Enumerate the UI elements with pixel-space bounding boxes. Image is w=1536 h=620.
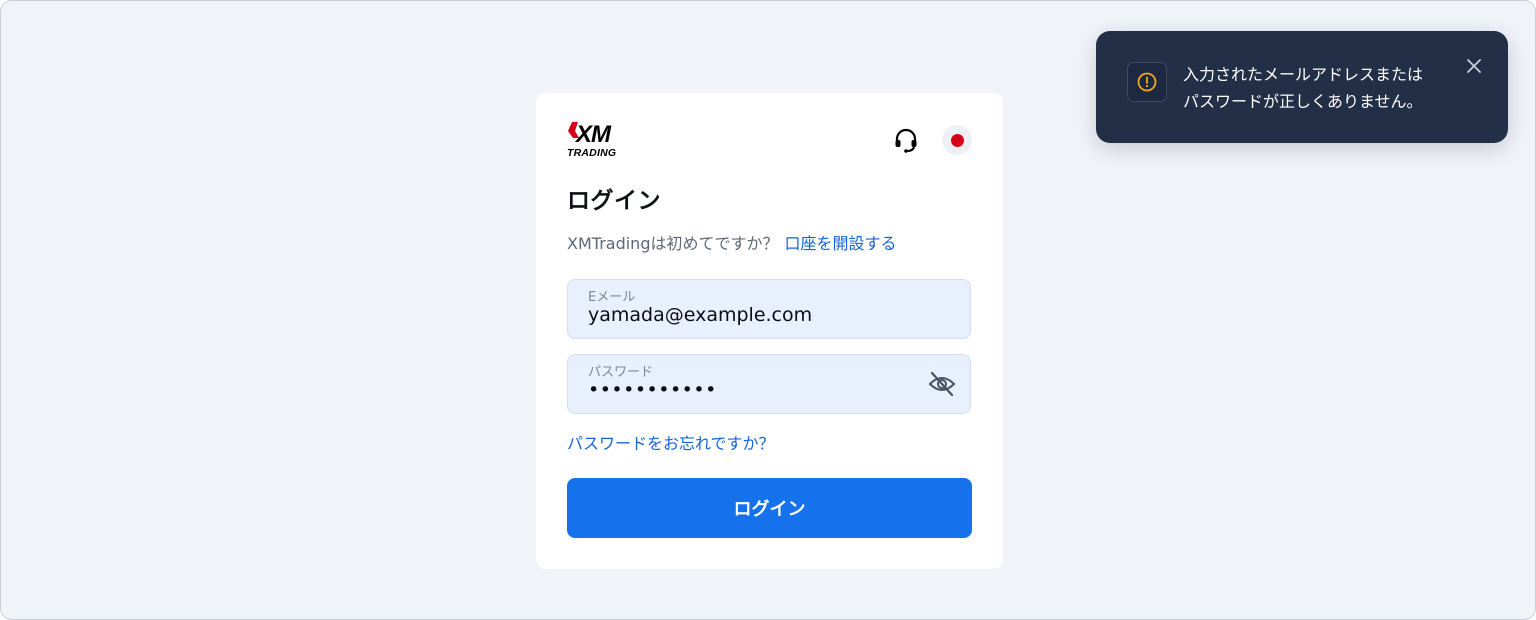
warning-circle-icon (1137, 72, 1157, 92)
svg-text:TRADING: TRADING (567, 147, 616, 159)
open-account-link[interactable]: 口座を開設する (784, 234, 896, 253)
xm-trading-logo: XM TRADING (567, 121, 616, 159)
error-toast: 入力されたメールアドレスまたは パスワードが正しくありません。 (1096, 31, 1508, 143)
password-field[interactable]: パスワード ••••••••••• (567, 354, 971, 414)
email-label: Eメール (588, 290, 636, 305)
email-input[interactable]: yamada@example.com (588, 304, 812, 326)
email-field[interactable]: Eメール yamada@example.com (567, 279, 971, 339)
japan-flag-icon (950, 133, 964, 147)
close-icon[interactable] (1466, 58, 1482, 74)
warning-badge (1127, 62, 1167, 102)
svg-text:XM: XM (574, 121, 612, 148)
login-button[interactable]: ログイン (567, 478, 972, 538)
page-title: ログイン (567, 188, 661, 214)
forgot-password-link[interactable]: パスワードをお忘れですか？ (567, 430, 775, 454)
signup-prompt-text: XMTradingは初めてですか？ (567, 234, 779, 253)
page-background: XM TRADING ログイン XMTradingは初めてですか？ 口座を開設する… (0, 0, 1536, 620)
signup-prompt: XMTradingは初めてですか？ 口座を開設する (567, 230, 897, 254)
headset-icon[interactable] (892, 126, 920, 154)
eye-off-icon[interactable] (928, 371, 956, 397)
login-card: XM TRADING ログイン XMTradingは初めてですか？ 口座を開設する… (536, 93, 1003, 569)
password-input[interactable]: ••••••••••• (588, 379, 717, 401)
password-label: パスワード (588, 365, 654, 380)
language-selector[interactable] (942, 125, 972, 155)
toast-message: 入力されたメールアドレスまたは パスワードが正しくありません。 (1183, 65, 1424, 111)
